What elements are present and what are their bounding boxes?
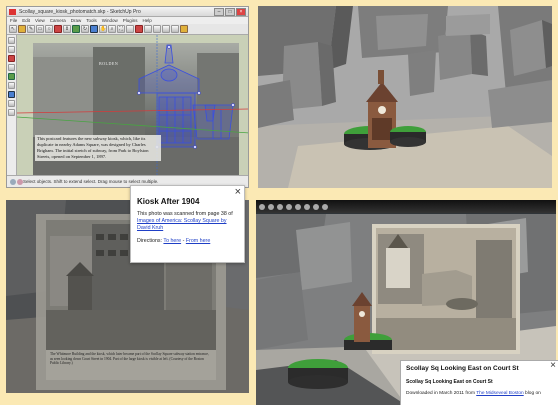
- menu-tools[interactable]: Tools: [86, 17, 97, 24]
- credits-icon: [17, 179, 23, 185]
- menu-edit[interactable]: Edit: [22, 17, 30, 24]
- window-title-bar: Scollay_square_kiosk_photomatch.skp - Sk…: [7, 7, 248, 17]
- popup-title: Kiosk After 1904: [137, 197, 200, 206]
- scollay-info-popup: × Scollay Sq Looking East on Court St Sc…: [400, 360, 558, 405]
- polygon-icon[interactable]: [277, 203, 283, 210]
- zoom-icon[interactable]: ⌕: [108, 25, 116, 33]
- model-info-icon[interactable]: [135, 25, 143, 33]
- directions-separator: -: [182, 238, 185, 244]
- close-icon[interactable]: ×: [235, 186, 241, 198]
- menu-plugins[interactable]: Plugins: [123, 17, 138, 24]
- directions-row: Directions: To here - From here: [137, 238, 238, 245]
- popup-text: This photo was scanned from page 38 of: [137, 211, 233, 217]
- status-text: Select objects. Shift to extend select. …: [23, 179, 159, 184]
- select-tool-icon[interactable]: ↖: [9, 25, 17, 33]
- popup-title: Scollay Sq Looking East on Court St: [406, 365, 519, 372]
- minimize-button[interactable]: –: [214, 8, 224, 16]
- kiosk-info-popup: × Kiosk After 1904 This photo was scanne…: [130, 185, 245, 263]
- planet-icon[interactable]: [322, 203, 328, 210]
- from-here-link[interactable]: From here: [186, 238, 210, 244]
- close-icon[interactable]: ×: [550, 361, 556, 371]
- model-viewport[interactable]: BOLDEN This postcard features the new su…: [17, 35, 248, 176]
- menu-bar: File Edit View Camera Draw Tools Window …: [7, 17, 248, 24]
- pencil-icon[interactable]: ✎: [27, 25, 35, 33]
- select-tool-icon[interactable]: [8, 37, 15, 44]
- menu-window[interactable]: Window: [102, 17, 118, 24]
- look-around-icon[interactable]: [8, 109, 15, 116]
- arc-tool-icon[interactable]: [8, 55, 15, 62]
- footer-prefix: Downloaded in March 2011 from: [406, 391, 475, 396]
- camera-icon[interactable]: [126, 25, 134, 33]
- push-pull-icon[interactable]: ⇕: [63, 25, 71, 33]
- menu-file[interactable]: File: [10, 17, 17, 24]
- walk-tool-icon[interactable]: [8, 100, 15, 107]
- navigation-icon[interactable]: [259, 203, 265, 210]
- main-toolbar: ↖ ✎ ▭ ○ ⇕ ↻ ✋ ⌕ ⛶: [7, 24, 248, 35]
- menu-help[interactable]: Help: [143, 17, 152, 24]
- circle-icon[interactable]: ○: [45, 25, 53, 33]
- large-tool-set: [7, 35, 17, 176]
- wireframe-icon[interactable]: [171, 25, 179, 33]
- overlay-caption: The Whitmore Building and the kiosk, whi…: [50, 352, 209, 366]
- close-window-button[interactable]: ×: [236, 8, 246, 16]
- sketchup-window: Scollay_square_kiosk_photomatch.skp - Sk…: [6, 6, 249, 188]
- iso-view-icon[interactable]: [144, 25, 152, 33]
- front-view-icon[interactable]: [162, 25, 170, 33]
- path-icon[interactable]: [286, 203, 292, 210]
- photo-caption: This postcard features the new subway ki…: [35, 135, 161, 161]
- top-view-icon[interactable]: [153, 25, 161, 33]
- earth-toolbar: [256, 200, 556, 213]
- text-tool-icon[interactable]: [8, 82, 15, 89]
- orbit-icon[interactable]: [90, 25, 98, 33]
- sun-icon[interactable]: [313, 203, 319, 210]
- tour-icon[interactable]: [304, 203, 310, 210]
- paint-bucket-icon[interactable]: [54, 25, 62, 33]
- window-title: Scollay_square_kiosk_photomatch.skp - Sk…: [19, 9, 141, 15]
- offset-tool-icon[interactable]: [8, 73, 15, 80]
- menu-camera[interactable]: Camera: [50, 17, 66, 24]
- pan-icon[interactable]: ✋: [99, 25, 107, 33]
- popup-footer: Downloaded in March 2011 from The Midsev…: [406, 391, 553, 396]
- book-link[interactable]: Images of America: Scollay Square by Dav…: [137, 218, 227, 231]
- sketchup-app-icon: [9, 9, 16, 15]
- rotate-icon[interactable]: ↻: [81, 25, 89, 33]
- to-here-link[interactable]: To here: [163, 238, 181, 244]
- popup-subtitle: Scollay Sq Looking East on Court St: [406, 379, 493, 385]
- maximize-button[interactable]: □: [225, 8, 235, 16]
- directions-label: Directions:: [137, 238, 163, 244]
- section-plane-icon[interactable]: [8, 91, 15, 98]
- google-earth-view-kiosk[interactable]: [258, 6, 552, 188]
- popup-description: This photo was scanned from page 38 of I…: [137, 211, 238, 232]
- eraser-icon[interactable]: [18, 25, 26, 33]
- tape-measure-icon[interactable]: [8, 64, 15, 71]
- footer-suffix: blog on: [525, 391, 541, 396]
- menu-view[interactable]: View: [35, 17, 45, 24]
- geo-location-icon: [10, 179, 16, 185]
- move-icon[interactable]: [72, 25, 80, 33]
- menu-draw[interactable]: Draw: [71, 17, 82, 24]
- placemark-icon[interactable]: [268, 203, 274, 210]
- city-3d-scene: [258, 6, 552, 188]
- rectangle-icon[interactable]: ▭: [36, 25, 44, 33]
- line-tool-icon[interactable]: [8, 46, 15, 53]
- overlay-icon[interactable]: [295, 203, 301, 210]
- zoom-extents-icon[interactable]: ⛶: [117, 25, 125, 33]
- components-icon[interactable]: [180, 25, 188, 33]
- blog-link[interactable]: The Midseveal Boston: [476, 391, 523, 396]
